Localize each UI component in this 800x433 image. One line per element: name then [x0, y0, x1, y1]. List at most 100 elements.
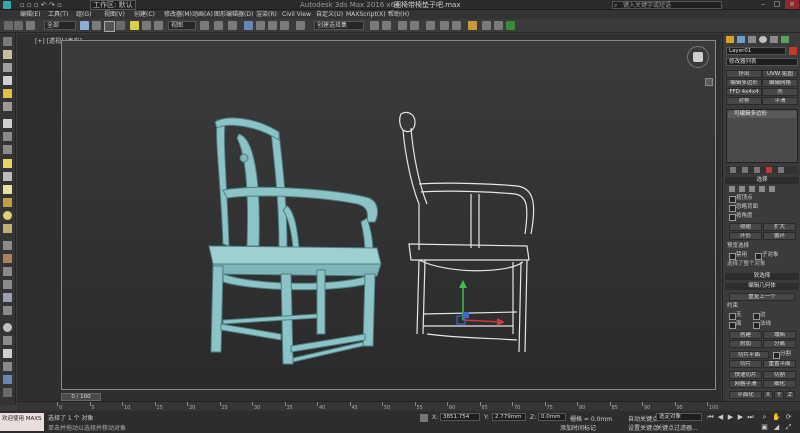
ring-button[interactable]: 环形 [729, 232, 762, 240]
transform-gizmo[interactable] [456, 280, 505, 326]
vertex-icon[interactable] [3, 132, 12, 141]
sphere-tool-icon[interactable] [3, 63, 12, 72]
constraint-face-radio[interactable] [729, 322, 736, 329]
spacewarp-tool-icon[interactable] [3, 280, 12, 289]
perspective-viewport[interactable]: [+] [透视] [真实] [17, 34, 721, 393]
time-slider-thumb[interactable]: 0 / 100 [61, 393, 101, 401]
play-icon[interactable]: ▶ [726, 413, 735, 422]
light-tool-icon[interactable] [3, 89, 12, 98]
zoom-extents-icon[interactable]: ▣ [760, 423, 769, 432]
make-planar-button[interactable]: 平面化 [729, 391, 762, 399]
field-of-view-icon[interactable]: ◢ [772, 423, 781, 432]
auto-key-button[interactable]: 自动关键点 [628, 414, 658, 423]
menu-item-civil-view[interactable]: Civil View [282, 10, 311, 19]
previous-frame-icon[interactable]: ◀ [716, 413, 725, 422]
layer-manager-icon[interactable] [410, 21, 419, 30]
quick-access-icons[interactable]: ▫ ▫ ▫ ↶ ↷ ▫ [20, 0, 62, 10]
app-logo-icon[interactable] [3, 1, 11, 9]
lock-selection-icon[interactable] [420, 414, 428, 422]
snap-toggle-icon[interactable] [244, 21, 253, 30]
cylinder-tool-icon[interactable] [3, 76, 12, 85]
manipulate-icon[interactable] [214, 21, 223, 30]
modifier-list-select[interactable]: 修改器列表 [726, 58, 798, 66]
grid-toggle-icon[interactable] [3, 388, 12, 397]
configure-sets-icon[interactable] [778, 167, 784, 173]
reference-coord-select[interactable]: 视图 [168, 21, 196, 30]
element-mode-icon[interactable] [769, 186, 775, 192]
constraint-none-radio[interactable] [729, 313, 736, 320]
go-to-end-icon[interactable]: ⏭ [746, 413, 755, 422]
quickslice-button[interactable]: 快速切片 [729, 371, 762, 379]
track-bar[interactable]: 0 5 10 15 20 25 30 35 40 45 50 55 60 65 70 75 80 85 90 95 10… [17, 401, 800, 411]
select-rotate-icon[interactable] [142, 21, 151, 30]
close-icon[interactable]: × [785, 0, 799, 9]
rect-selection-icon[interactable] [104, 21, 115, 32]
maximize-viewport-icon[interactable]: ⤢ [784, 423, 793, 432]
create-tab-icon[interactable] [726, 36, 734, 43]
orbit-icon[interactable]: ⟳ [784, 413, 793, 422]
select-move-icon[interactable] [130, 21, 139, 30]
symmetry-button[interactable]: 对称 [726, 97, 762, 105]
pin-stack-icon[interactable] [730, 167, 736, 173]
edit-geometry-rollout-header[interactable]: 编辑几何体 [725, 283, 799, 290]
attach-button[interactable]: 附加 [729, 340, 762, 348]
pivot-center-icon[interactable] [200, 21, 209, 30]
toolbar-handle-icon[interactable] [3, 37, 12, 46]
tessellate-button[interactable]: 细化 [763, 380, 796, 388]
subobject-radio[interactable] [755, 253, 762, 260]
mirror-icon[interactable] [370, 21, 379, 30]
angle-snap-icon[interactable] [256, 21, 265, 30]
select-object-icon[interactable] [80, 21, 89, 30]
menu-item-tools[interactable]: 工具(T) [48, 10, 68, 19]
soft-selection-rollout-header[interactable]: 软选择 [725, 273, 799, 280]
display-sphere-icon[interactable] [3, 323, 12, 332]
motion-icon[interactable] [3, 349, 12, 358]
shrink-button[interactable]: 收缩 [729, 223, 762, 231]
selection-filter-select[interactable]: 全部 [44, 21, 76, 30]
pyramid-tool-icon[interactable] [3, 198, 12, 207]
layer-explorer-icon[interactable] [398, 21, 407, 30]
next-frame-icon[interactable]: ▶ [736, 413, 745, 422]
spinner-snap-icon[interactable] [280, 21, 289, 30]
keyboard-shortcut-icon[interactable] [228, 21, 237, 30]
motion-tab-icon[interactable] [759, 36, 767, 43]
modifier-stack[interactable]: 可编辑多边形 [726, 109, 798, 163]
shell-button[interactable]: 壳 [762, 88, 798, 96]
split-checkbox[interactable] [773, 352, 780, 359]
undo-icon[interactable] [4, 21, 13, 30]
remove-modifier-icon[interactable] [766, 167, 772, 173]
set-key-button[interactable]: 设置关键点 [628, 423, 658, 432]
time-slider[interactable]: 0 / 100 [17, 393, 721, 401]
make-unique-icon[interactable] [754, 167, 760, 173]
disable-radio[interactable] [729, 253, 736, 260]
minimize-icon[interactable]: – [756, 0, 770, 9]
maximize-icon[interactable]: □ [770, 0, 784, 9]
menu-item-graph-editors[interactable]: 图形编辑器(D) [214, 10, 253, 19]
object-color-swatch[interactable] [789, 47, 797, 55]
named-selection-select[interactable]: 创建选择集 [314, 21, 364, 30]
add-time-tag[interactable]: 添加时间标记 [560, 423, 596, 432]
detach-button[interactable]: 分离 [763, 340, 796, 348]
rendered-frame-icon[interactable] [494, 21, 503, 30]
spline-tool-icon[interactable] [3, 241, 12, 250]
edit-mesh-button[interactable]: 编辑网格 [762, 79, 798, 87]
cut-button[interactable]: 切割 [763, 371, 796, 379]
menu-item-create[interactable]: 创建(C) [134, 10, 155, 19]
search-input[interactable]: 键入关键字或短语 [612, 1, 722, 9]
ffd-button[interactable]: FFD 4x4x4 [726, 88, 762, 96]
align-icon[interactable] [382, 21, 391, 30]
curve-editor-icon[interactable] [440, 21, 449, 30]
menu-item-modifiers[interactable]: 修改器(M) [164, 10, 192, 19]
percent-snap-icon[interactable] [268, 21, 277, 30]
systems-tool-icon[interactable] [3, 293, 12, 302]
select-by-name-icon[interactable] [92, 21, 101, 30]
zoom-icon[interactable]: ⌕ [760, 413, 769, 422]
redo-icon[interactable] [14, 21, 23, 30]
particle-tool-icon[interactable] [3, 306, 12, 315]
link-icon[interactable] [26, 21, 35, 30]
window-crossing-icon[interactable] [116, 21, 125, 30]
menu-item-group[interactable]: 组(G) [76, 10, 91, 19]
go-to-start-icon[interactable]: ⏮ [706, 413, 715, 422]
modify-tab-icon[interactable] [737, 36, 745, 43]
selected-object-select[interactable]: 选定对象 [656, 413, 702, 421]
